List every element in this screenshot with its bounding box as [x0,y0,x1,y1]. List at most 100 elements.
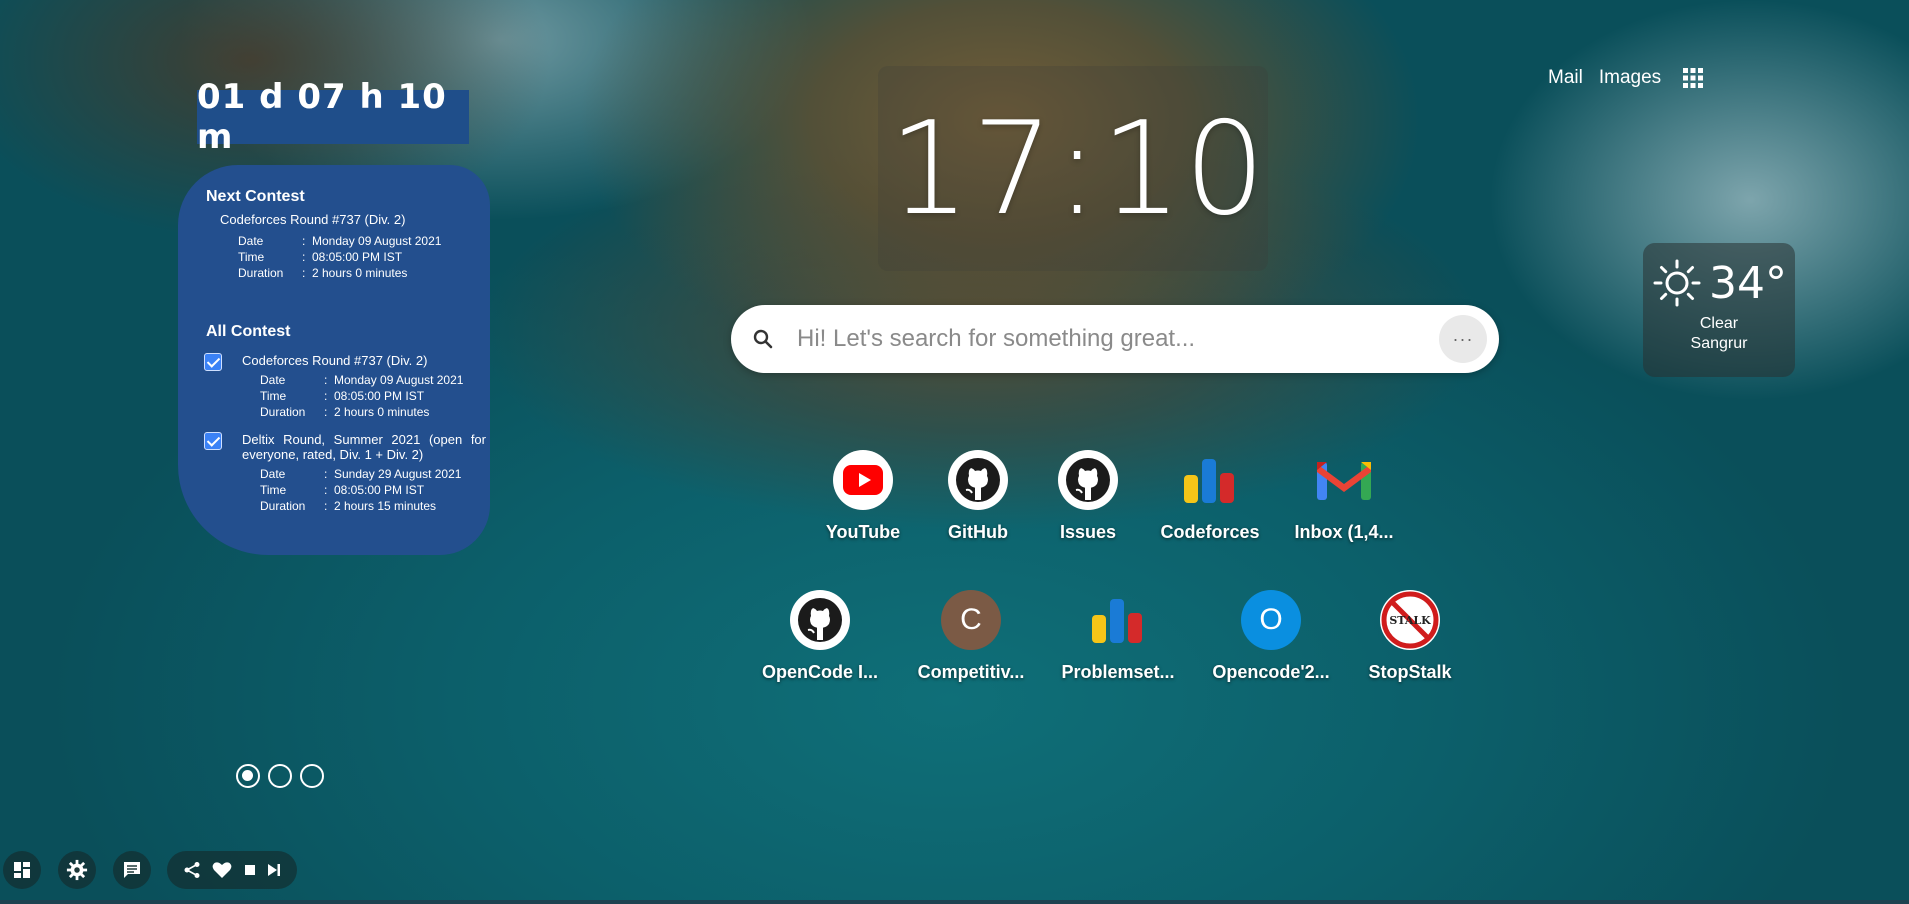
codeforces-icon [1088,590,1148,650]
detail-separator: : [324,499,328,513]
feedback-button[interactable] [113,851,151,889]
shortcut-issues[interactable]: Issues [1028,450,1148,543]
chat-icon [124,862,140,878]
page-dot-1[interactable] [236,764,260,788]
detail-key: Duration [238,266,284,280]
detail-value: 2 hours 15 minutes [334,499,437,513]
skip-next-icon[interactable] [267,863,281,877]
svg-text:STALK: STALK [1389,614,1431,627]
contest-list-item: Codeforces Round #737 (Div. 2) Date : Mo… [192,351,476,420]
detail-row: Time : 08:05:00 PM IST [260,388,486,404]
shortcut-competitive[interactable]: C Competitiv... [911,590,1031,683]
detail-key: Date [238,234,264,248]
sun-icon [1653,259,1701,307]
detail-value: Monday 09 August 2021 [334,373,464,387]
shortcut-inbox[interactable]: Inbox (1,4... [1284,450,1404,543]
detail-row: Date : Monday 09 August 2021 [238,233,476,249]
detail-row: Time : 08:05:00 PM IST [260,482,486,498]
heart-icon[interactable] [212,861,232,879]
detail-separator: : [324,467,328,481]
shortcut-label: StopStalk [1368,662,1452,682]
detail-separator: : [302,266,306,280]
detail-value: 2 hours 0 minutes [334,405,430,419]
detail-key: Time [260,483,287,497]
weather-location: Sangrur [1690,335,1748,352]
next-contest-details: Date : Monday 09 August 2021 Time : 08:0… [238,233,476,281]
shortcut-label: Inbox (1,4... [1294,522,1394,542]
search-more-button[interactable]: ··· [1439,315,1487,363]
shortcut-label: OpenCode I... [761,662,878,682]
contest-name[interactable]: Deltix Round, Summer 2021 (open for ever… [242,432,486,462]
detail-key: Duration [260,405,306,419]
stop-icon[interactable] [244,864,256,876]
weather-widget[interactable]: 34° Clear Sangrur [1643,243,1795,377]
shortcut-label: YouTube [825,522,901,542]
next-contest-name[interactable]: Codeforces Round #737 (Div. 2) [220,212,476,227]
gmail-icon [1314,450,1374,510]
contest-countdown: 01 d 07 h 10 m [197,77,469,157]
next-contest-heading: Next Contest [206,188,305,205]
settings-button[interactable] [58,851,96,889]
detail-row: Time : 08:05:00 PM IST [238,249,476,265]
detail-row: Duration : 2 hours 0 minutes [238,265,476,281]
letter-c-icon: C [941,590,1001,650]
detail-row: Duration : 2 hours 0 minutes [260,404,486,420]
detail-separator: : [324,373,328,387]
detail-key: Date [260,467,286,481]
contest-checkbox[interactable] [204,432,222,450]
detail-value: 08:05:00 PM IST [312,250,403,264]
contest-checkbox[interactable] [204,353,222,371]
page-dot-2[interactable] [268,764,292,788]
stopstalk-icon: STALK [1380,590,1440,650]
detail-value: 2 hours 0 minutes [312,266,408,280]
apps-grid-icon[interactable] [1681,66,1705,90]
detail-separator: : [324,483,328,497]
all-contest-heading: All Contest [206,323,291,340]
youtube-icon [833,450,893,510]
media-controls [167,851,297,889]
letter-o-icon: O [1241,590,1301,650]
detail-row: Date : Sunday 29 August 2021 [260,466,486,482]
codeforces-icon [1180,450,1240,510]
contest-details: Date : Monday 09 August 2021 Time : 08:0… [260,372,486,420]
github-icon [948,450,1008,510]
search-icon[interactable] [751,327,775,351]
shortcut-label: Problemset... [1061,662,1175,682]
share-icon[interactable] [183,861,201,879]
shortcut-problemset[interactable]: Problemset... [1058,590,1178,683]
detail-key: Duration [260,499,306,513]
dashboard-button[interactable] [3,851,41,889]
weather-temperature: 34° [1709,257,1787,309]
shortcut-label: Codeforces [1160,522,1260,542]
mail-link[interactable]: Mail [1548,67,1583,89]
detail-row: Date : Monday 09 August 2021 [260,372,486,388]
contest-list-item: Deltix Round, Summer 2021 (open for ever… [192,430,486,514]
detail-value: 08:05:00 PM IST [334,389,425,403]
shortcut-opencode-issues[interactable]: OpenCode I... [760,590,880,683]
shortcut-codeforces[interactable]: Codeforces [1150,450,1270,543]
detail-separator: : [324,389,328,403]
detail-key: Time [260,389,287,403]
weather-condition: Clear [1699,315,1739,332]
search-bar[interactable]: ··· [731,305,1499,373]
contest-name[interactable]: Codeforces Round #737 (Div. 2) [242,353,486,368]
shortcut-youtube[interactable]: YouTube [803,450,923,543]
detail-separator: : [302,250,306,264]
shortcut-label: GitHub [948,522,1008,542]
detail-separator: : [302,234,306,248]
contest-details: Date : Sunday 29 August 2021 Time : 08:0… [260,466,486,514]
shortcut-opencode21[interactable]: O Opencode'2... [1211,590,1331,683]
top-links: Mail Images [1548,66,1705,90]
page-dot-3[interactable] [300,764,324,788]
shortcut-label: Opencode'2... [1212,662,1330,682]
shortcut-label: Competitiv... [917,662,1025,682]
dashboard-icon [14,862,30,878]
shortcut-github[interactable]: GitHub [918,450,1038,543]
detail-separator: : [324,405,328,419]
images-link[interactable]: Images [1599,67,1661,89]
shortcut-label: Issues [1059,522,1117,542]
search-input[interactable] [797,325,1439,353]
gear-icon [66,859,88,881]
clock: 17:10 [888,95,1268,244]
shortcut-stopstalk[interactable]: STALK StopStalk [1350,590,1470,683]
